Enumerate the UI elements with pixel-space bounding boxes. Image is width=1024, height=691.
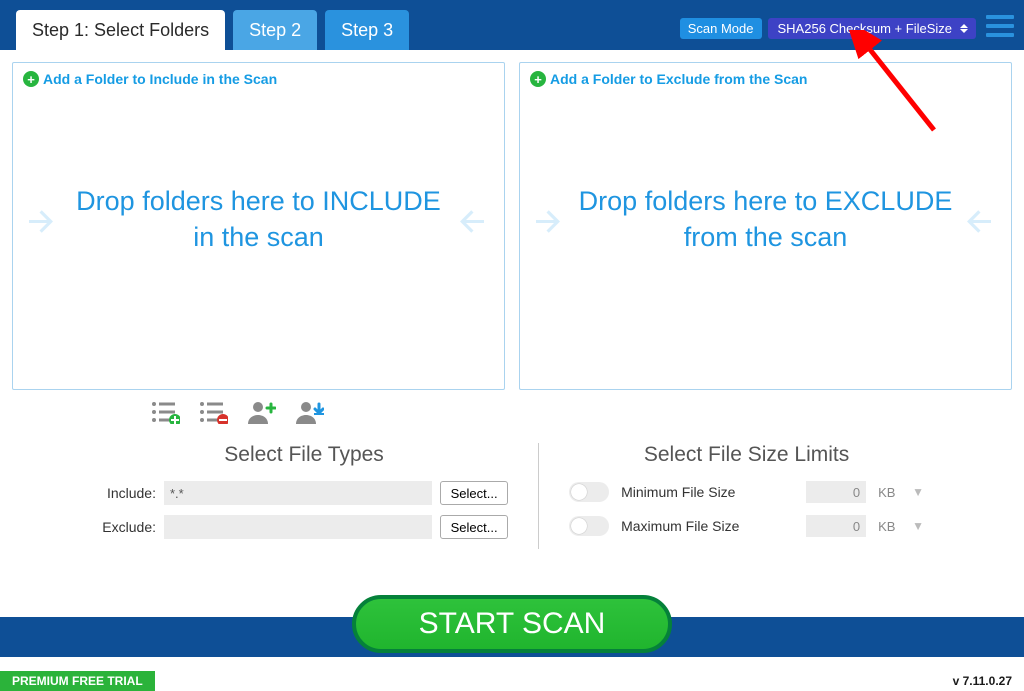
step-tabs: Step 1: Select Folders Step 2 Step 3 [16, 10, 409, 50]
version-label: v 7.11.0.27 [953, 674, 1012, 688]
updown-icon [960, 24, 968, 33]
include-label: Include: [100, 485, 156, 501]
arrow-right-icon [23, 204, 63, 249]
arrow-left-icon [961, 204, 1001, 249]
plus-icon: + [23, 71, 39, 87]
min-size-label: Minimum File Size [621, 484, 735, 500]
filetype-col: Select File Types Include: Select... Exc… [100, 443, 539, 549]
max-size-unit: KB [878, 519, 900, 534]
max-size-input[interactable] [806, 515, 866, 537]
hamburger-menu-icon[interactable] [986, 10, 1014, 42]
sizelimit-col: Select File Size Limits Minimum File Siz… [569, 443, 924, 549]
include-select-button[interactable]: Select... [440, 481, 508, 505]
scan-mode-wrap: Scan Mode SHA256 Checksum + FileSize [680, 18, 976, 39]
footer: PREMIUM FREE TRIAL v 7.11.0.27 [0, 671, 1024, 691]
arrow-left-icon [454, 204, 494, 249]
add-exclude-folder-label: Add a Folder to Exclude from the Scan [550, 71, 807, 87]
min-size-toggle[interactable] [569, 482, 609, 502]
include-row: Include: Select... [100, 481, 508, 505]
filters: Select File Types Include: Select... Exc… [0, 433, 1024, 565]
exclude-label: Exclude: [100, 519, 156, 535]
dropdown-icon[interactable]: ▼ [912, 519, 924, 533]
include-input[interactable] [164, 481, 432, 505]
bottom-bar: START SCAN [0, 617, 1024, 657]
list-remove-icon[interactable] [198, 400, 228, 429]
start-scan-button[interactable]: START SCAN [352, 595, 672, 653]
min-size-row: Minimum File Size KB ▼ [569, 481, 924, 503]
add-include-folder-label: Add a Folder to Include in the Scan [43, 71, 277, 87]
tab-step2[interactable]: Step 2 [233, 10, 317, 50]
plus-icon: + [530, 71, 546, 87]
tab-step3[interactable]: Step 3 [325, 10, 409, 50]
top-bar: Step 1: Select Folders Step 2 Step 3 Sca… [0, 0, 1024, 50]
max-size-label: Maximum File Size [621, 518, 739, 534]
add-include-folder-link[interactable]: + Add a Folder to Include in the Scan [23, 71, 494, 87]
min-size-unit: KB [878, 485, 900, 500]
user-export-icon[interactable] [294, 400, 324, 429]
include-drop-label: Drop folders here to INCLUDE in the scan [62, 184, 455, 254]
exclude-row: Exclude: Select... [100, 515, 508, 539]
dropdown-icon[interactable]: ▼ [912, 485, 924, 499]
add-exclude-folder-link[interactable]: + Add a Folder to Exclude from the Scan [530, 71, 1001, 87]
min-size-input[interactable] [806, 481, 866, 503]
trial-badge[interactable]: PREMIUM FREE TRIAL [0, 671, 155, 691]
max-size-toggle[interactable] [569, 516, 609, 536]
exclude-pane[interactable]: + Add a Folder to Exclude from the Scan … [519, 62, 1012, 390]
exclude-select-button[interactable]: Select... [440, 515, 508, 539]
scan-mode-label: Scan Mode [680, 18, 762, 39]
scan-mode-select[interactable]: SHA256 Checksum + FileSize [768, 18, 977, 39]
user-add-icon[interactable] [246, 400, 276, 429]
exclude-drop-label: Drop folders here to EXCLUDE from the sc… [569, 184, 962, 254]
filetype-heading: Select File Types [100, 443, 508, 467]
tab-step1[interactable]: Step 1: Select Folders [16, 10, 225, 50]
max-size-row: Maximum File Size KB ▼ [569, 515, 924, 537]
folder-panes: + Add a Folder to Include in the Scan Dr… [0, 50, 1024, 390]
icon-toolbar [0, 390, 1024, 433]
list-add-icon[interactable] [150, 400, 180, 429]
arrow-right-icon [530, 204, 570, 249]
exclude-input[interactable] [164, 515, 432, 539]
include-pane[interactable]: + Add a Folder to Include in the Scan Dr… [12, 62, 505, 390]
scan-mode-value: SHA256 Checksum + FileSize [778, 21, 953, 36]
sizelimit-heading: Select File Size Limits [569, 443, 924, 467]
